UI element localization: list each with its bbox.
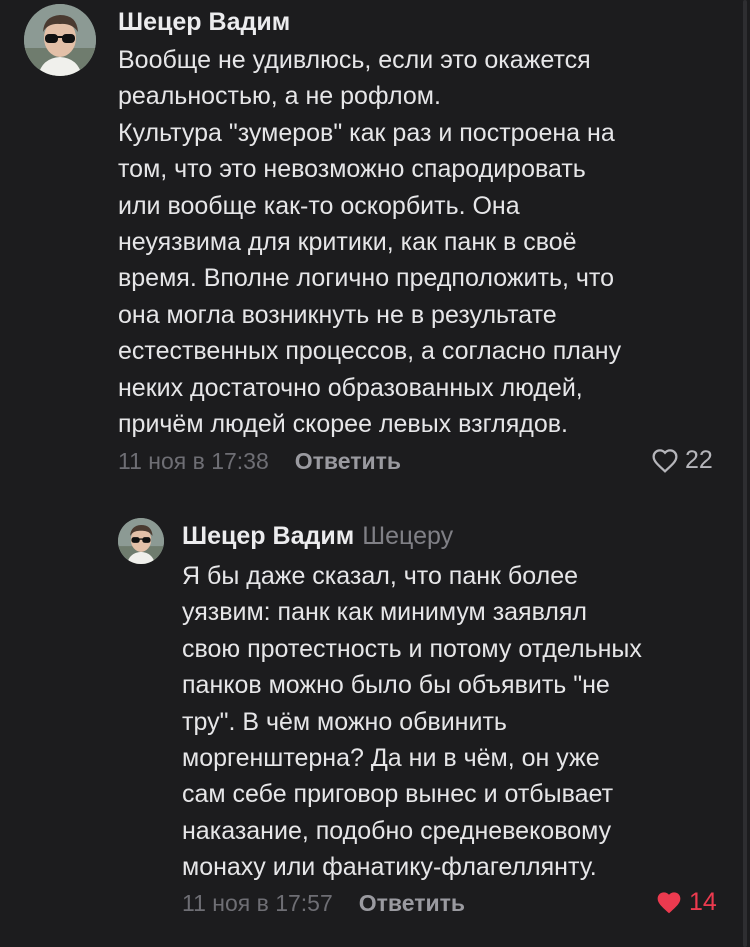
like-count: 22 <box>685 446 713 474</box>
reply-button[interactable]: Ответить <box>359 890 465 916</box>
reply-button[interactable]: Ответить <box>295 448 401 474</box>
comment-timestamp[interactable]: 11 ноя в 17:57 <box>182 890 333 916</box>
heart-outline-icon <box>652 449 678 473</box>
reply-to-name[interactable]: Шецеру <box>362 522 453 550</box>
like-button[interactable]: 22 <box>651 446 713 475</box>
avatar[interactable] <box>118 518 164 564</box>
comment-timestamp[interactable]: 11 ноя в 17:38 <box>118 448 269 474</box>
avatar-image <box>118 518 164 564</box>
like-count: 14 <box>689 888 717 916</box>
comment-author: Шецер Вадим Шецеру <box>182 522 453 551</box>
comment-meta: 11 ноя в 17:57 Ответить <box>182 890 465 917</box>
avatar[interactable] <box>24 4 96 76</box>
like-button[interactable]: 14 <box>655 888 717 917</box>
scrollbar[interactable] <box>743 0 747 947</box>
comment-meta: 11 ноя в 17:38 Ответить <box>118 448 401 475</box>
comment-text: Вообще не удивлюсь, если это окажется ре… <box>118 46 622 439</box>
avatar-image <box>24 4 96 76</box>
comment-text: Я бы даже сказал, что панк более уязвим:… <box>182 562 642 882</box>
heart-filled-icon <box>657 892 681 914</box>
comment-author[interactable]: Шецер Вадим <box>118 8 290 37</box>
comment-author-name[interactable]: Шецер Вадим <box>182 522 354 550</box>
